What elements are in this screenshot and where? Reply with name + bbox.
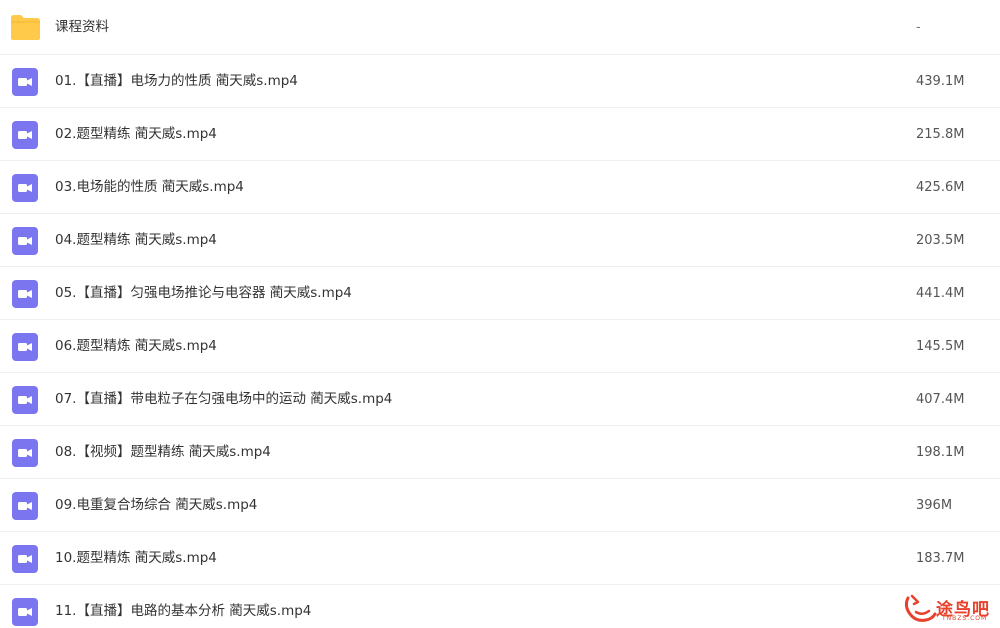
- folder-icon: [11, 15, 40, 40]
- file-name: 11.【直播】电路的基本分析 蔺天威s.mp4: [55, 603, 312, 619]
- file-row[interactable]: 06.题型精炼 蔺天威s.mp4 145.5M: [0, 320, 1000, 373]
- video-file-icon: [12, 598, 38, 626]
- file-size: 145.5M: [916, 339, 965, 354]
- video-file-icon: [12, 121, 38, 149]
- file-row[interactable]: 01.【直播】电场力的性质 蔺天威s.mp4 439.1M: [0, 55, 1000, 108]
- video-file-icon: [12, 174, 38, 202]
- file-row[interactable]: 03.电场能的性质 蔺天威s.mp4 425.6M: [0, 161, 1000, 214]
- file-row[interactable]: 04.题型精练 蔺天威s.mp4 203.5M: [0, 214, 1000, 267]
- file-row[interactable]: 02.题型精练 蔺天威s.mp4 215.8M: [0, 108, 1000, 161]
- file-name: 10.题型精炼 蔺天威s.mp4: [55, 550, 217, 566]
- file-size: 396M: [916, 498, 953, 513]
- file-name: 06.题型精炼 蔺天威s.mp4: [55, 338, 217, 354]
- file-name: 09.电重复合场综合 蔺天威s.mp4: [55, 497, 258, 513]
- file-row[interactable]: 09.电重复合场综合 蔺天威s.mp4 396M: [0, 479, 1000, 532]
- file-row[interactable]: 07.【直播】带电粒子在匀强电场中的运动 蔺天威s.mp4 407.4M: [0, 373, 1000, 426]
- file-name: 01.【直播】电场力的性质 蔺天威s.mp4: [55, 73, 298, 89]
- file-size: 203.5M: [916, 233, 965, 248]
- file-name: 03.电场能的性质 蔺天威s.mp4: [55, 179, 244, 195]
- video-file-icon: [12, 227, 38, 255]
- file-name: 05.【直播】匀强电场推论与电容器 蔺天威s.mp4: [55, 285, 352, 301]
- file-name: 04.题型精练 蔺天威s.mp4: [55, 232, 217, 248]
- watermark: 途鸟吧 TNBZS.COM: [902, 590, 998, 628]
- file-name: 课程资料: [55, 19, 109, 35]
- video-file-icon: [12, 386, 38, 414]
- file-size: 215.8M: [916, 127, 965, 142]
- file-row[interactable]: 08.【视频】题型精练 蔺天威s.mp4 198.1M: [0, 426, 1000, 479]
- video-file-icon: [12, 68, 38, 96]
- file-size: 439.1M: [916, 74, 965, 89]
- watermark-logo-icon: [904, 594, 937, 622]
- file-size: 425.6M: [916, 180, 965, 195]
- video-file-icon: [12, 439, 38, 467]
- file-size: 183.7M: [916, 551, 965, 566]
- file-size: 198.1M: [916, 445, 965, 460]
- file-name: 08.【视频】题型精练 蔺天威s.mp4: [55, 444, 271, 460]
- video-file-icon: [12, 333, 38, 361]
- video-file-icon: [12, 280, 38, 308]
- file-size: -: [916, 20, 921, 35]
- video-file-icon: [12, 492, 38, 520]
- watermark-subtext: TNBZS.COM: [942, 615, 988, 622]
- file-size: 441.4M: [916, 286, 965, 301]
- file-row[interactable]: 11.【直播】电路的基本分析 蔺天威s.mp4: [0, 585, 1000, 628]
- file-name: 07.【直播】带电粒子在匀强电场中的运动 蔺天威s.mp4: [55, 391, 393, 407]
- file-size: 407.4M: [916, 392, 965, 407]
- file-list: 课程资料 - 01.【直播】电场力的性质 蔺天威s.mp4 439.1M 02.…: [0, 0, 1000, 628]
- video-file-icon: [12, 545, 38, 573]
- file-row[interactable]: 10.题型精炼 蔺天威s.mp4 183.7M: [0, 532, 1000, 585]
- file-name: 02.题型精练 蔺天威s.mp4: [55, 126, 217, 142]
- folder-row[interactable]: 课程资料 -: [0, 0, 1000, 55]
- file-row[interactable]: 05.【直播】匀强电场推论与电容器 蔺天威s.mp4 441.4M: [0, 267, 1000, 320]
